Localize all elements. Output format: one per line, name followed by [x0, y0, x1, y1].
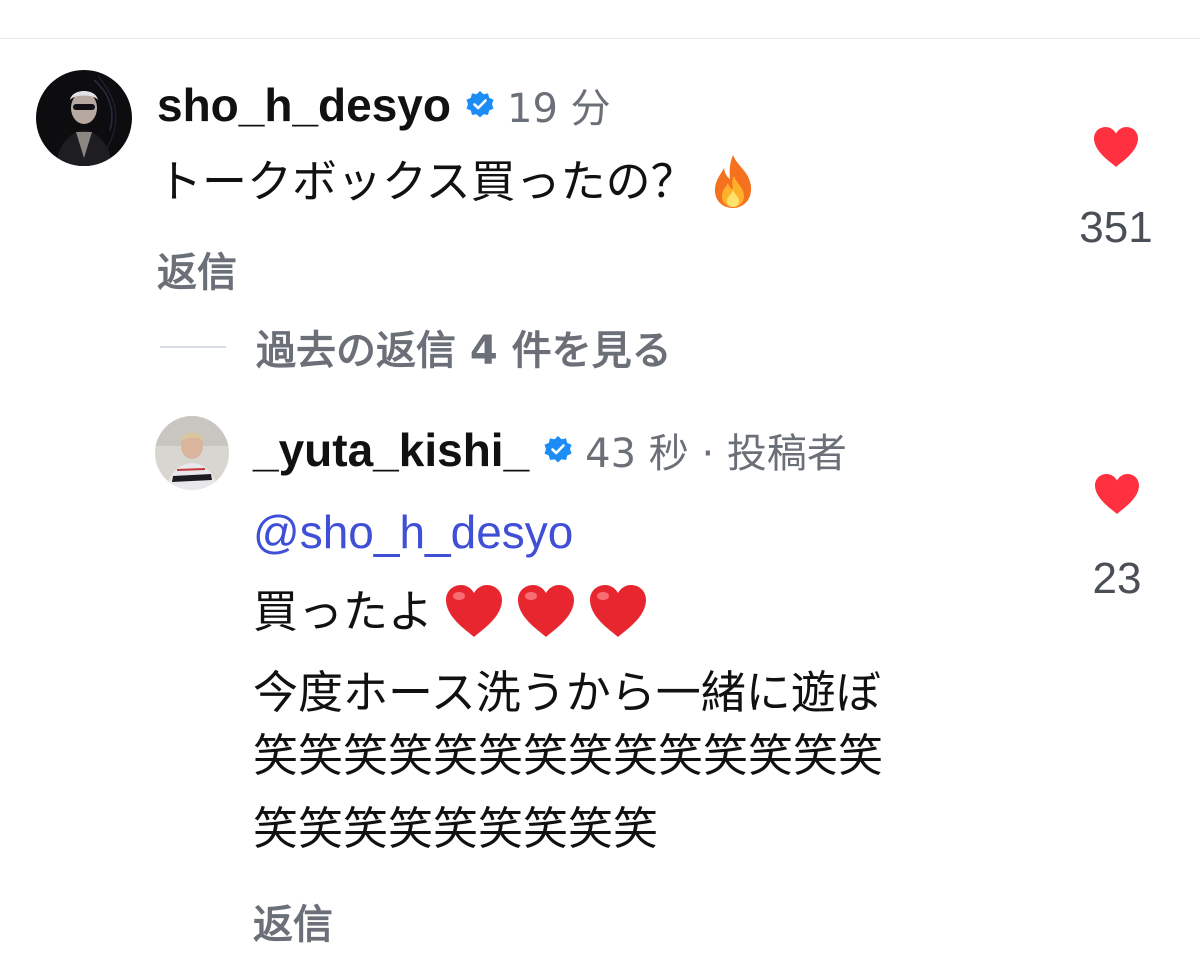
heart-filled-icon[interactable]: [1093, 472, 1141, 516]
reply-header: _yuta_kishi_ 43 秒 · 投稿者: [253, 420, 847, 480]
avatar[interactable]: [155, 416, 229, 490]
username[interactable]: sho_h_desyo: [157, 78, 451, 132]
avatar[interactable]: [36, 70, 132, 166]
top-divider: [0, 38, 1200, 39]
verified-badge-icon: [466, 91, 494, 118]
view-replies-label: 過去の返信 4 件を見る: [256, 328, 672, 374]
like-block: 23: [1067, 472, 1167, 604]
username[interactable]: _yuta_kishi_: [253, 423, 529, 477]
reply-text-line: 今度ホース洗うから一緒に遊ぼ: [253, 666, 881, 719]
comment-body: トークボックス買ったの？: [157, 154, 696, 208]
heart-emoji: [518, 585, 575, 637]
heart-emoji: [446, 585, 503, 637]
reply-button[interactable]: 返信: [253, 892, 333, 950]
heart-filled-icon[interactable]: [1092, 125, 1140, 169]
mention-link[interactable]: @sho_h_desyo: [253, 505, 573, 559]
view-replies-divider: [160, 346, 226, 348]
reply-text-line: 笑笑笑笑笑笑笑笑笑笑笑笑笑笑: [253, 729, 884, 782]
comment-text: トークボックス買ったの？: [157, 152, 762, 210]
comment-header: sho_h_desyo 19 分: [157, 75, 611, 135]
reply-text-line: 笑笑笑笑笑笑笑笑笑: [253, 802, 659, 855]
reply-body: 買ったよ: [253, 584, 434, 638]
like-block: 351: [1066, 125, 1166, 253]
reply-button[interactable]: 返信: [157, 240, 237, 298]
like-count: 351: [1079, 203, 1153, 252]
timestamp: 43 秒 · 投稿者: [585, 431, 847, 477]
verified-badge-icon: [544, 436, 572, 463]
reply-text-line: 買ったよ: [253, 582, 649, 640]
timestamp: 19 分: [507, 86, 611, 132]
view-replies-button[interactable]: 過去の返信 4 件を見る: [160, 318, 672, 376]
heart-emoji: [590, 585, 647, 637]
like-count: 23: [1092, 554, 1142, 603]
fire-icon: [714, 155, 751, 208]
